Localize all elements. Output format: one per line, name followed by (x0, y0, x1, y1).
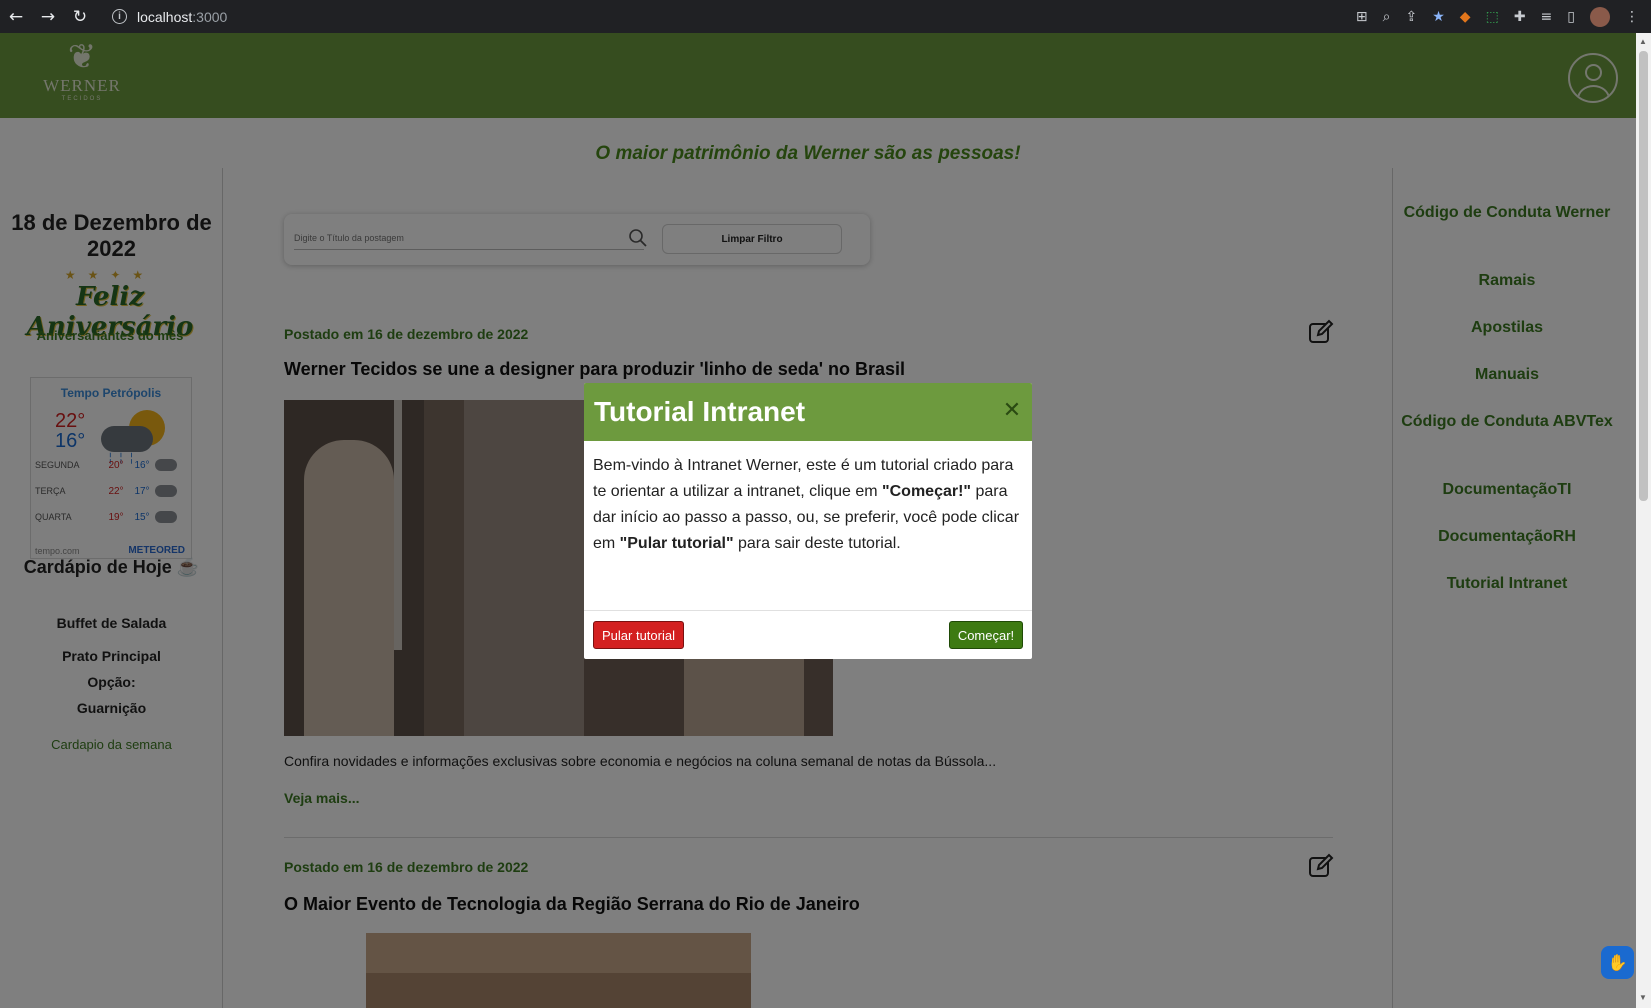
side-panel-icon[interactable]: ▯ (1567, 9, 1575, 25)
forward-icon[interactable]: → (32, 0, 64, 33)
profile-avatar[interactable] (1590, 6, 1610, 27)
scroll-up-icon[interactable]: ▲ (1639, 37, 1647, 46)
skip-tutorial-button[interactable]: Pular tutorial (593, 621, 684, 649)
bookmark-star-icon[interactable]: ★ (1432, 9, 1445, 25)
zoom-icon[interactable]: ⌕ (1383, 9, 1391, 25)
modal-text-bold: "Pular tutorial" (619, 535, 734, 552)
scrollbar-thumb[interactable] (1639, 51, 1648, 501)
address-bar[interactable]: i localhost:3000 (112, 4, 1280, 29)
browser-toolbar: ← → ↻ i localhost:3000 ⊞ ⌕ ⇪ ★ ◆ ⬚ ✚ ≡ ▯… (0, 0, 1651, 33)
reading-list-icon[interactable]: ≡ (1541, 9, 1553, 25)
browser-actions: ⊞ ⌕ ⇪ ★ ◆ ⬚ ✚ ≡ ▯ ⋮ (1356, 0, 1639, 33)
scroll-down-icon[interactable]: ▼ (1639, 993, 1647, 1002)
tutorial-modal: Tutorial Intranet ✕ Bem-vindo à Intranet… (584, 383, 1032, 659)
reload-icon[interactable]: ↻ (64, 0, 96, 33)
page-scrollbar[interactable]: ▲ ▼ (1636, 33, 1651, 1008)
metamask-extension-icon[interactable]: ◆ (1460, 9, 1471, 25)
site-info-icon[interactable]: i (112, 9, 127, 24)
share-icon[interactable]: ⇪ (1406, 9, 1418, 25)
extension-icon[interactable]: ⬚ (1486, 9, 1499, 25)
extensions-puzzle-icon[interactable]: ✚ (1514, 9, 1526, 25)
modal-text: para sair deste tutorial. (733, 535, 901, 552)
modal-header: Tutorial Intranet ✕ (584, 383, 1032, 441)
modal-footer-divider (584, 610, 1032, 611)
close-icon[interactable]: ✕ (1000, 399, 1024, 423)
accessibility-hand-icon[interactable]: ✋ (1601, 946, 1634, 979)
url-port: :3000 (192, 8, 228, 25)
translate-icon[interactable]: ⊞ (1356, 9, 1368, 25)
modal-text-bold: "Começar!" (882, 483, 972, 500)
menu-kebab-icon[interactable]: ⋮ (1625, 9, 1639, 25)
back-icon[interactable]: ← (0, 0, 32, 33)
modal-body: Bem-vindo à Intranet Werner, este é um t… (593, 453, 1021, 557)
url-host: localhost (137, 8, 193, 25)
start-tutorial-button[interactable]: Começar! (949, 621, 1023, 649)
modal-title: Tutorial Intranet (594, 396, 806, 427)
